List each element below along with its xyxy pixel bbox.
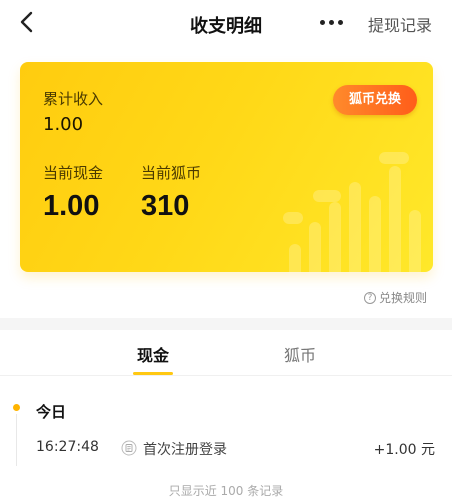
- decorative-bars-pattern: [283, 152, 421, 272]
- current-coins-value: 310: [141, 190, 190, 222]
- withdrawal-records-link[interactable]: 提现记录: [368, 12, 432, 36]
- current-cash-label: 当前现金: [43, 164, 104, 182]
- transaction-time: 16:27:48: [36, 439, 99, 455]
- top-navigation-bar: 收支明细 提现记录: [0, 0, 452, 46]
- timeline-dot: [13, 404, 20, 411]
- transaction-row[interactable]: 16:27:48 首次注册登录 +1.00 元: [0, 436, 452, 460]
- tab-bar: 现金 狐币: [0, 330, 452, 376]
- active-tab-indicator: [133, 372, 173, 375]
- current-coins-label: 当前狐币: [141, 164, 202, 182]
- total-income-value: 1.00: [43, 114, 84, 135]
- question-circle-icon: ?: [364, 291, 376, 304]
- more-dots-icon[interactable]: [320, 20, 343, 25]
- exchange-rules-label: 兑换规则: [379, 291, 428, 305]
- tab-cash[interactable]: 现金: [137, 342, 169, 366]
- document-icon: [121, 440, 137, 456]
- transaction-amount: +1.00 元: [373, 442, 435, 458]
- section-divider: [0, 318, 452, 330]
- exchange-rules-link[interactable]: ? 兑换规则: [364, 289, 427, 306]
- total-income-label: 累计收入: [43, 90, 104, 108]
- transaction-description: 首次注册登录: [143, 442, 227, 458]
- records-limit-note: 只显示近 100 条记录: [168, 484, 284, 498]
- tab-coins[interactable]: 狐币: [284, 342, 316, 366]
- balance-card: 累计收入 1.00 狐币兑换 当前现金 1.00 当前狐币 310: [20, 62, 433, 272]
- current-cash-value: 1.00: [43, 190, 100, 222]
- coin-exchange-button[interactable]: 狐币兑换: [333, 85, 418, 115]
- date-group-header: 今日: [36, 403, 67, 421]
